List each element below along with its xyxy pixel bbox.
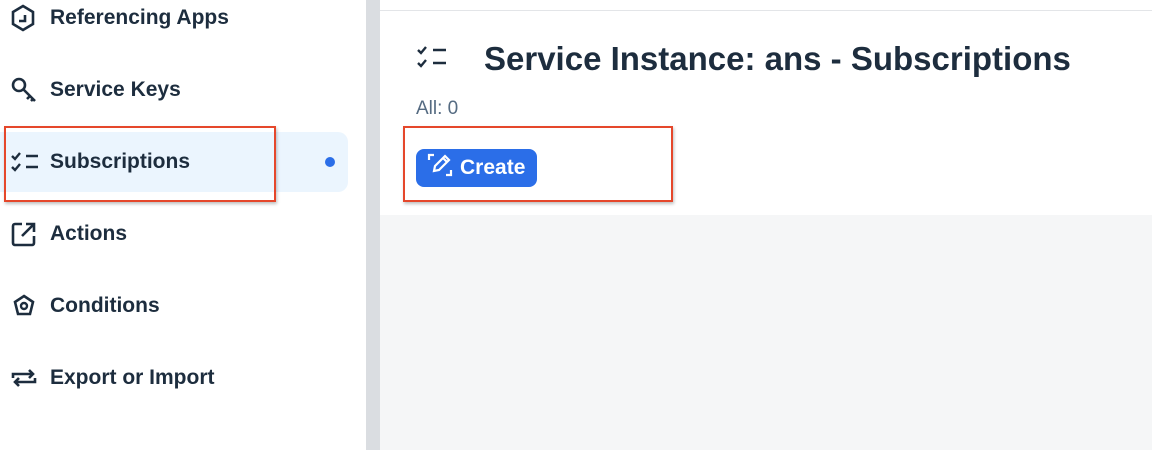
sidebar: Referencing Apps Service Keys Subscripti… — [0, 0, 366, 450]
sidebar-item-actions[interactable]: Actions — [0, 204, 348, 264]
sidebar-item-conditions[interactable]: Conditions — [0, 276, 348, 336]
divider — [380, 10, 1152, 11]
checklist-icon — [416, 44, 448, 75]
sync-icon — [0, 364, 50, 392]
selected-indicator — [325, 157, 335, 167]
key-icon — [0, 76, 50, 104]
sidebar-item-referencing-apps[interactable]: Referencing Apps — [0, 0, 348, 48]
highlight-box — [4, 126, 276, 202]
condition-icon — [0, 292, 50, 320]
page-title: Service Instance: ans - Subscriptions — [484, 40, 1071, 77]
sidebar-item-label: Referencing Apps — [50, 6, 229, 29]
sidebar-item-label: Service Keys — [50, 78, 181, 101]
page-header: Service Instance: ans - Subscriptions Al… — [380, 0, 1152, 215]
share-icon — [0, 220, 50, 248]
splitter[interactable] — [366, 0, 380, 450]
sidebar-item-label: Actions — [50, 222, 128, 245]
main-content: Service Instance: ans - Subscriptions Al… — [380, 0, 1152, 450]
sidebar-item-label: Export or Import — [50, 366, 215, 389]
highlight-box — [403, 126, 673, 202]
sidebar-item-export-import[interactable]: Export or Import — [0, 348, 348, 408]
sidebar-item-label: Conditions — [50, 294, 160, 317]
sidebar-item-service-keys[interactable]: Service Keys — [0, 60, 348, 120]
hexagon-app-icon — [0, 4, 50, 32]
item-count: All: 0 — [416, 98, 459, 119]
